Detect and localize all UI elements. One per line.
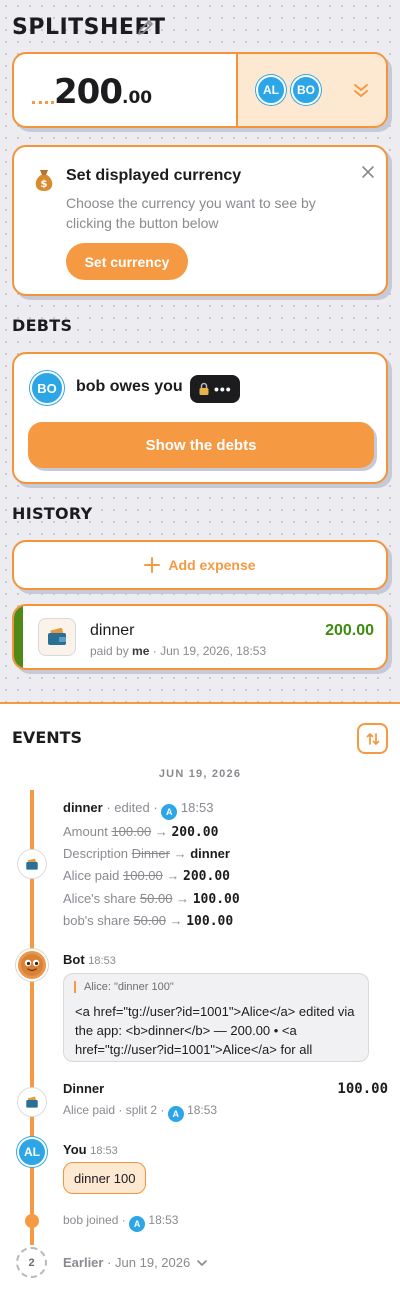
lock-icon [199, 382, 209, 395]
history-heading: HISTORY [12, 504, 93, 523]
hidden-amount-dots: ••• [214, 381, 232, 397]
edit-row-alice-share: Alice's share 50.00 → 100.00 [63, 891, 240, 907]
chevron-down-icon [197, 1260, 207, 1266]
balance-card[interactable]: 200.00 AL BO [12, 52, 388, 128]
currency-card-description: Choose the currency you want to see by c… [66, 195, 316, 231]
chevron-double-down-icon[interactable] [352, 81, 370, 99]
set-currency-button[interactable]: Set currency [66, 243, 188, 280]
expense-status-stripe [14, 606, 23, 668]
expense-icon-box [38, 618, 76, 656]
currency-card-title: Set displayed currency [66, 167, 242, 184]
edit-row-amount: Amount 100.00 → 200.00 [63, 824, 219, 840]
timeline-node-edit [17, 849, 47, 879]
bot-avatar [16, 949, 48, 981]
hidden-prefix-dots [32, 101, 54, 104]
debts-heading: DEBTS [12, 316, 73, 335]
members-area[interactable]: AL BO [236, 54, 386, 126]
you-event-header: You 18:53 [63, 1142, 118, 1157]
earlier-toggle[interactable]: Earlier · Jun 19, 2026 [63, 1255, 207, 1270]
bot-event-header: Bot 18:53 [63, 952, 116, 967]
debt-text: bob owes you [76, 378, 183, 395]
bot-face-icon [21, 954, 43, 976]
plus-icon [144, 557, 161, 573]
currency-card-close-icon[interactable] [360, 164, 376, 180]
earlier-count-badge[interactable]: 2 [16, 1247, 47, 1278]
avatar-bob[interactable]: BO [291, 75, 321, 105]
sort-arrows-icon [366, 732, 379, 745]
money-bag-icon: $ [35, 170, 53, 191]
balance-amount-area[interactable]: 200.00 [14, 54, 236, 126]
edit-row-bob-share: bob's share 50.00 → 100.00 [63, 913, 234, 929]
svg-text:$: $ [41, 179, 48, 190]
expense-row-dinner[interactable]: dinner paid by me · Jun 19, 2026, 18:53 … [12, 604, 388, 670]
bot-message-text: <a href="tg://user?id=1001">Alice</a> ed… [75, 1004, 355, 1057]
avatar-alice[interactable]: AL [256, 75, 286, 105]
events-heading: EVENTS [12, 728, 83, 747]
join-event: bob joined · A 18:53 [63, 1213, 178, 1232]
expense-name: dinner [90, 622, 135, 639]
expense-event-amount: 100.00 [337, 1081, 388, 1097]
show-debts-button[interactable]: Show the debts [28, 422, 374, 468]
bot-message-bubble: Alice: "dinner 100" <a href="tg://user?i… [63, 973, 369, 1062]
wallet-icon [26, 1096, 38, 1108]
author-avatar: A [129, 1216, 146, 1232]
add-expense-button[interactable]: Add expense [12, 540, 388, 590]
date-separator: JUN 19, 2026 [158, 768, 242, 780]
debtor-avatar: BO [30, 371, 64, 405]
edit-row-alice-paid: Alice paid 100.00 → 200.00 [63, 868, 230, 884]
author-avatar: A [161, 804, 178, 820]
balance-amount: 200.00 [54, 72, 153, 112]
wallet-icon [48, 627, 66, 645]
timeline-node-expense [17, 1087, 47, 1117]
add-expense-label: Add expense [168, 557, 256, 573]
edit-event-header: dinner · edited · A 18:53 [63, 800, 213, 820]
expense-event-meta: Alice paid · split 2 · A 18:53 [63, 1103, 217, 1122]
timeline-dot-join [25, 1214, 39, 1228]
you-message-bubble: dinner 100 [63, 1162, 147, 1194]
currency-card: $ Set displayed currency Choose the curr… [12, 145, 388, 296]
expense-amount: 200.00 [325, 622, 374, 639]
wallet-icon [26, 858, 38, 870]
expense-event-name: Dinner [63, 1081, 105, 1096]
hidden-amount-pill[interactable]: ••• [190, 375, 240, 403]
sort-order-button[interactable] [357, 723, 388, 754]
quoted-message: Alice: "dinner 100" [74, 981, 174, 993]
debts-card: BO bob owes you ••• Show the debts [12, 352, 388, 484]
edit-pencil-icon[interactable] [136, 17, 156, 37]
you-avatar: AL [17, 1137, 47, 1167]
author-avatar: A [167, 1106, 184, 1122]
expense-meta: paid by me · Jun 19, 2026, 18:53 [90, 644, 267, 658]
edit-row-description: Description Dinner → dinner [63, 846, 230, 861]
